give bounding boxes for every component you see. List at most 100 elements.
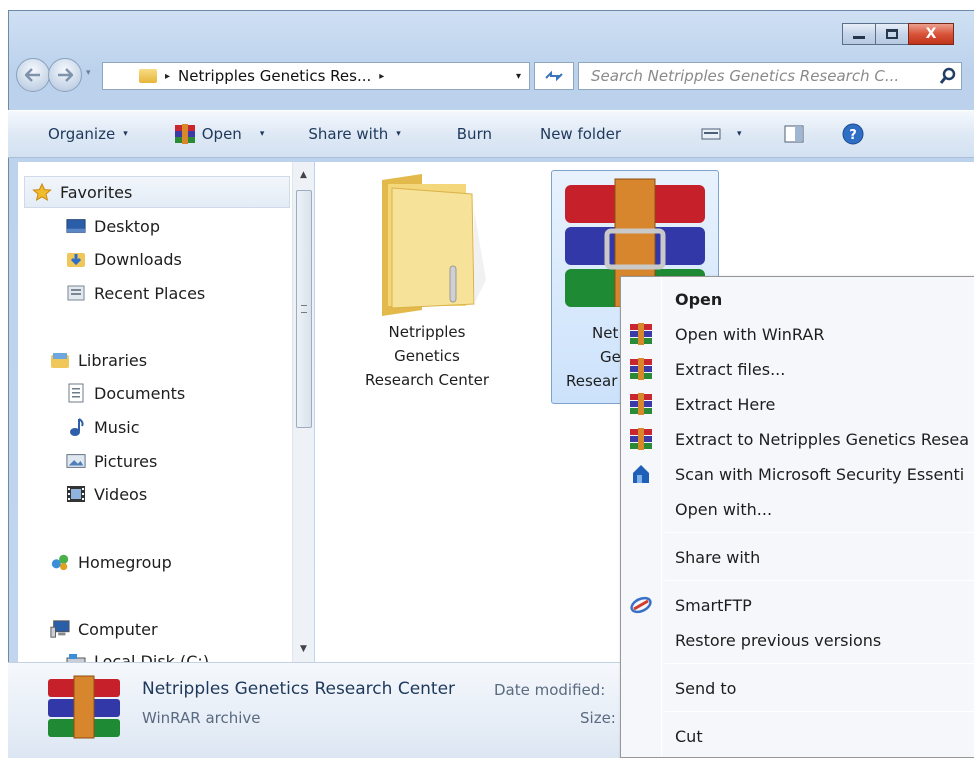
menu-item-label: SmartFTP bbox=[675, 595, 752, 615]
scroll-down-icon[interactable]: ▼ bbox=[293, 640, 314, 658]
nav-downloads[interactable]: Downloads bbox=[66, 244, 182, 274]
nav-desktop[interactable]: Desktop bbox=[66, 211, 160, 241]
menu-separator bbox=[665, 711, 974, 712]
nav-local-disk[interactable]: Local Disk (C:) bbox=[66, 646, 209, 662]
nav-music[interactable]: Music bbox=[66, 412, 140, 442]
nav-documents-label: Documents bbox=[94, 383, 186, 403]
chevron-down-icon: ▾ bbox=[737, 129, 742, 139]
archive-name-line-3: Resear bbox=[566, 372, 618, 390]
menu-item-restore-previous-versions[interactable]: Restore previous versions bbox=[621, 624, 974, 656]
burn-label: Burn bbox=[456, 125, 492, 143]
path-separator[interactable]: ▸ bbox=[165, 71, 170, 82]
back-button[interactable] bbox=[16, 58, 50, 92]
menu-item-smartftp[interactable]: SmartFTP bbox=[621, 589, 974, 621]
minimize-icon bbox=[853, 35, 865, 39]
open-button[interactable]: Open ▾ bbox=[166, 111, 273, 157]
nav-homegroup[interactable]: Homegroup bbox=[50, 547, 172, 577]
chevron-down-icon: ▾ bbox=[259, 129, 265, 139]
breadcrumb[interactable]: Netripples Genetics Res... bbox=[178, 67, 371, 85]
downloads-folder-icon bbox=[66, 250, 86, 268]
menu-item-label: Extract Here bbox=[675, 394, 776, 414]
folder-icon bbox=[382, 174, 486, 316]
menu-item-label: Scan with Microsoft Security Essenti bbox=[675, 464, 965, 484]
folder-name-line-2: Genetics bbox=[394, 347, 460, 365]
nav-libraries[interactable]: Libraries bbox=[50, 345, 147, 375]
winrar-icon bbox=[629, 428, 653, 450]
navigation-pane: Favorites Desktop Downloads Recent Place… bbox=[18, 162, 314, 662]
documents-icon bbox=[66, 383, 86, 403]
nav-pictures[interactable]: Pictures bbox=[66, 446, 157, 476]
share-with-label: Share with bbox=[308, 125, 389, 143]
share-with-button[interactable]: Share with ▾ bbox=[300, 111, 408, 157]
menu-item-label: Open with... bbox=[675, 499, 773, 519]
refresh-button[interactable] bbox=[534, 62, 574, 90]
videos-icon bbox=[66, 485, 86, 503]
mse-shield-icon bbox=[629, 463, 653, 485]
close-button[interactable]: X bbox=[908, 23, 954, 45]
winrar-archive-icon bbox=[48, 675, 120, 739]
address-dropdown[interactable]: ▾ bbox=[516, 71, 521, 82]
help-button[interactable]: ? bbox=[834, 111, 872, 157]
navigation-scrollbar[interactable]: ▲ ▼ bbox=[292, 162, 314, 662]
nav-documents[interactable]: Documents bbox=[66, 378, 185, 408]
nav-libraries-label: Libraries bbox=[78, 350, 148, 370]
maximize-icon bbox=[886, 29, 898, 39]
menu-item-open-with[interactable]: Open with... bbox=[621, 493, 974, 525]
forward-button[interactable] bbox=[48, 58, 82, 92]
minimize-button[interactable] bbox=[842, 23, 876, 45]
nav-videos[interactable]: Videos bbox=[66, 479, 147, 509]
nav-favorites[interactable]: Favorites bbox=[32, 177, 132, 207]
open-label: Open bbox=[201, 125, 242, 143]
smartftp-icon bbox=[629, 594, 653, 616]
menu-item-label: Send to bbox=[675, 678, 737, 698]
burn-button[interactable]: Burn bbox=[449, 111, 500, 157]
recent-pages-dropdown[interactable]: ▾ bbox=[86, 68, 91, 78]
winrar-icon bbox=[174, 124, 195, 144]
menu-item-extract-files[interactable]: Extract files... bbox=[621, 353, 974, 385]
nav-local-disk-label: Local Disk (C:) bbox=[94, 651, 210, 663]
scroll-up-icon[interactable]: ▲ bbox=[293, 166, 314, 184]
new-folder-label: New folder bbox=[539, 125, 622, 143]
nav-computer[interactable]: Computer bbox=[50, 614, 158, 644]
preview-pane-button[interactable] bbox=[776, 111, 812, 157]
menu-item-label: Share with bbox=[675, 547, 761, 567]
menu-item-send-to[interactable]: Send to bbox=[621, 672, 974, 704]
folder-name-line-3: Research Center bbox=[364, 371, 490, 389]
scrollbar-grip bbox=[301, 305, 307, 313]
winrar-icon bbox=[629, 358, 653, 380]
search-box[interactable]: Search Netripples Genetics Research C... bbox=[578, 62, 962, 90]
menu-item-open[interactable]: Open bbox=[621, 283, 974, 315]
menu-item-extract-here[interactable]: Extract Here bbox=[621, 388, 974, 420]
details-date-modified-label: Date modified: bbox=[494, 681, 606, 699]
menu-item-share-with[interactable]: Share with bbox=[621, 541, 974, 573]
chevron-down-icon: ▾ bbox=[123, 129, 128, 139]
nav-videos-label: Videos bbox=[94, 484, 148, 504]
nav-desktop-label: Desktop bbox=[94, 216, 160, 236]
menu-item-label: Extract files... bbox=[675, 359, 786, 379]
address-bar[interactable]: ▸ Netripples Genetics Res... ▸ ▾ bbox=[102, 62, 530, 90]
menu-separator bbox=[665, 663, 974, 664]
menu-item-scan[interactable]: Scan with Microsoft Security Essenti bbox=[621, 458, 974, 490]
path-separator-end[interactable]: ▸ bbox=[379, 71, 384, 82]
maximize-button[interactable] bbox=[875, 23, 909, 45]
nav-recent-places[interactable]: Recent Places bbox=[66, 278, 205, 308]
scrollbar-thumb[interactable] bbox=[296, 190, 312, 428]
organize-button[interactable]: Organize ▾ bbox=[40, 111, 136, 157]
menu-item-extract-to[interactable]: Extract to Netripples Genetics Resea bbox=[621, 423, 974, 455]
new-folder-button[interactable]: New folder bbox=[532, 111, 629, 157]
details-file-type: WinRAR archive bbox=[142, 709, 261, 727]
change-view-button[interactable]: ▾ bbox=[693, 111, 750, 157]
nav-homegroup-label: Homegroup bbox=[78, 552, 172, 572]
view-icon bbox=[701, 128, 721, 140]
folder-tile[interactable]: Netripples Genetics Research Center bbox=[343, 170, 511, 406]
search-input[interactable]: Search Netripples Genetics Research C... bbox=[591, 67, 935, 85]
menu-item-open-with-winrar[interactable]: Open with WinRAR bbox=[621, 318, 974, 350]
menu-item-cut[interactable]: Cut bbox=[621, 720, 974, 752]
search-icon[interactable] bbox=[935, 67, 961, 85]
command-bar: Organize ▾ Open ▾ Share with ▾ Burn New … bbox=[8, 110, 974, 158]
close-icon: X bbox=[925, 26, 937, 42]
menu-separator bbox=[665, 580, 974, 581]
pictures-icon bbox=[66, 452, 86, 470]
star-icon bbox=[32, 183, 52, 201]
folder-icon bbox=[139, 69, 157, 83]
